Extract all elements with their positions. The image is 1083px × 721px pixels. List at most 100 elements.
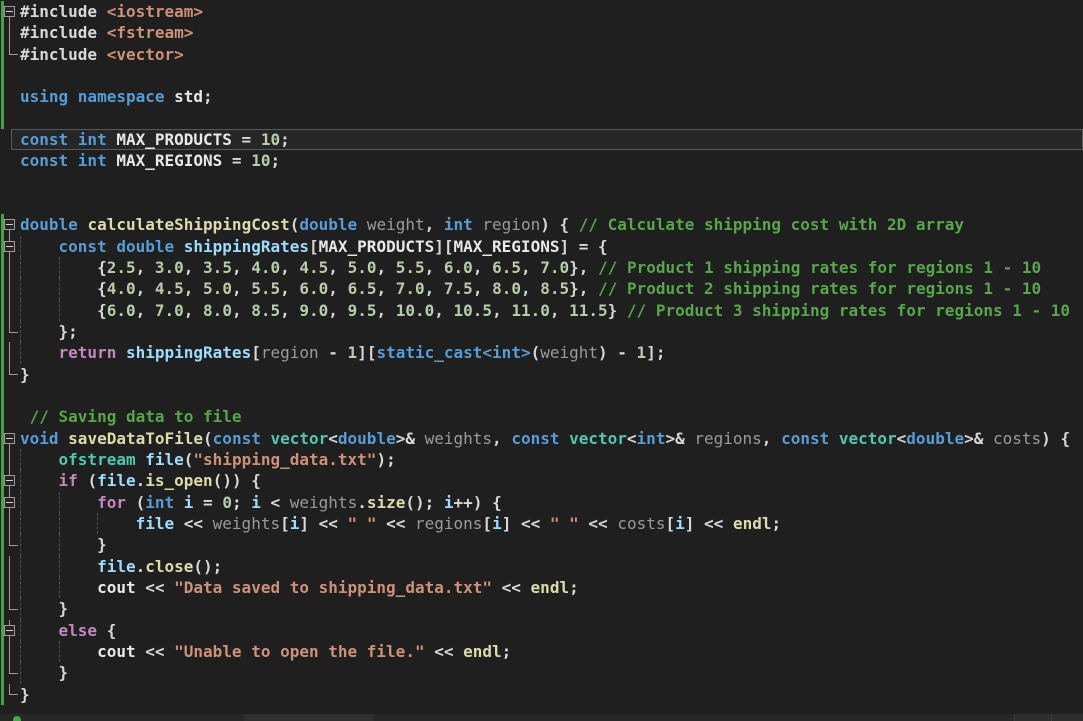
token-var: i <box>251 492 261 512</box>
token-pun: , <box>280 300 300 320</box>
token-pun: { <box>20 300 107 320</box>
token-pun: >& <box>395 428 425 448</box>
token-pun: < <box>260 492 290 512</box>
token-com: // Calculate shipping cost with 2D array <box>578 215 965 235</box>
token-pun: ] = { <box>559 236 608 256</box>
token-str: " " <box>549 513 579 533</box>
token-com: // Product 1 shipping rates for regions … <box>598 257 1042 277</box>
code-text: ofstream file("shipping_data.txt"); <box>20 449 396 470</box>
scrollbar-corner <box>1014 714 1051 721</box>
token-pun: }; <box>20 321 78 341</box>
token-id: costs <box>617 513 666 533</box>
token-pun: , <box>231 279 252 299</box>
fold-toggle-icon[interactable] <box>4 240 15 252</box>
fold-toggle-icon[interactable] <box>4 432 15 444</box>
token-pun: , <box>520 279 541 299</box>
token-pun: ] << <box>299 513 348 533</box>
token-kw: double <box>906 428 965 448</box>
token-pun: { <box>20 257 107 277</box>
token-id: weight <box>366 215 425 235</box>
token-pun: < <box>626 428 637 448</box>
code-line: file << weights[i] << " " << regions[i] … <box>0 512 1083 535</box>
fold-toggle-icon[interactable] <box>4 475 15 487</box>
token-pun: } <box>20 684 30 704</box>
fold-toggle-icon[interactable] <box>4 219 15 231</box>
code-text: // Saving data to file <box>20 406 242 427</box>
token-pun: , <box>424 279 444 299</box>
token-pun <box>20 450 59 469</box>
scrollbar-thumb[interactable] <box>244 714 374 721</box>
fold-guide <box>9 694 18 696</box>
token-ctrl: else <box>58 620 107 640</box>
code-text: #include <iostream> <box>20 1 203 22</box>
token-num: 5.0 <box>203 279 232 299</box>
change-marker <box>1 86 4 108</box>
horizontal-scrollbar[interactable] <box>0 714 1083 721</box>
fold-guide <box>9 555 10 577</box>
token-pun: . <box>135 471 146 491</box>
fold-toggle-icon[interactable] <box>4 624 15 636</box>
token-pun: } <box>20 663 69 683</box>
token-pun: < <box>896 428 907 448</box>
token-pun: << <box>135 641 175 661</box>
token-num: 4.0 <box>106 279 136 299</box>
token-pun: { <box>20 279 107 299</box>
code-line: cout << "Data saved to shipping_data.txt… <box>0 576 1083 599</box>
change-marker <box>1 576 4 599</box>
token-pun: ; <box>270 151 281 171</box>
token-pun: ; <box>280 129 290 149</box>
token-pun: , <box>183 279 204 299</box>
saved-indicator-icon <box>13 716 21 721</box>
token-num: 4.5 <box>299 257 329 277</box>
token-wht: MAX_PRODUCTS <box>318 236 435 256</box>
code-text: return shippingRates[region - 1][static_… <box>20 342 666 363</box>
token-pun: ; <box>501 641 512 661</box>
token-num: 6.5 <box>492 257 521 277</box>
code-text: else { <box>20 620 117 641</box>
token-wht: MAX_REGIONS <box>116 151 223 171</box>
token-pun: ( <box>135 492 146 512</box>
token-id: weights <box>289 492 358 512</box>
code-editor[interactable]: #include <iostream> #include <fstream> #in… <box>0 1 1083 705</box>
token-pun: #include <box>20 2 107 21</box>
code-text: if (file.is_open()) { <box>20 470 261 491</box>
fold-toggle-icon[interactable] <box>4 6 15 18</box>
token-pun: , <box>135 279 155 299</box>
token-pun: , <box>492 300 512 320</box>
token-pun: [ <box>309 236 319 256</box>
token-str: <fstream> <box>106 23 194 43</box>
token-pun: , <box>376 300 396 320</box>
token-pun: ; <box>231 492 252 512</box>
code-line: {6.0, 7.0, 8.0, 8.5, 9.0, 9.5, 10.0, 10.… <box>0 299 1083 321</box>
change-marker <box>1 299 4 321</box>
token-kw: const <box>212 428 271 448</box>
token-num: 6.5 <box>347 279 377 299</box>
token-pun: ][ <box>434 236 454 256</box>
code-line: }; <box>0 320 1083 343</box>
code-line <box>0 64 1083 87</box>
token-pun: ) - <box>598 343 637 363</box>
token-com: // Product 3 shipping rates for regions … <box>626 300 1071 320</box>
code-line: #include <vector> <box>0 43 1083 65</box>
fold-guide <box>9 299 10 321</box>
fold-guide <box>9 534 10 545</box>
change-marker <box>1 64 4 87</box>
fold-guide <box>9 672 18 674</box>
token-com: // Saving data to file <box>20 407 242 427</box>
token-pun: (); <box>405 492 444 512</box>
code-text: for (int i = 0; i < weights.size(); i++)… <box>20 492 502 513</box>
token-num: 1 <box>636 343 647 363</box>
change-marker <box>1 22 4 44</box>
code-line: file.close(); <box>0 555 1083 577</box>
token-pun: < <box>328 428 338 448</box>
code-text: } <box>20 662 69 683</box>
token-pun: } <box>20 535 107 555</box>
token-id: weights <box>424 428 493 448</box>
token-num: 6.0 <box>443 257 473 277</box>
scrollbar-corner <box>1051 714 1083 721</box>
code-line: // Saving data to file <box>0 406 1083 428</box>
token-pun: [ <box>280 513 290 533</box>
change-marker <box>1 662 4 684</box>
token-num: 8.0 <box>203 300 232 320</box>
fold-toggle-icon[interactable] <box>4 496 15 508</box>
